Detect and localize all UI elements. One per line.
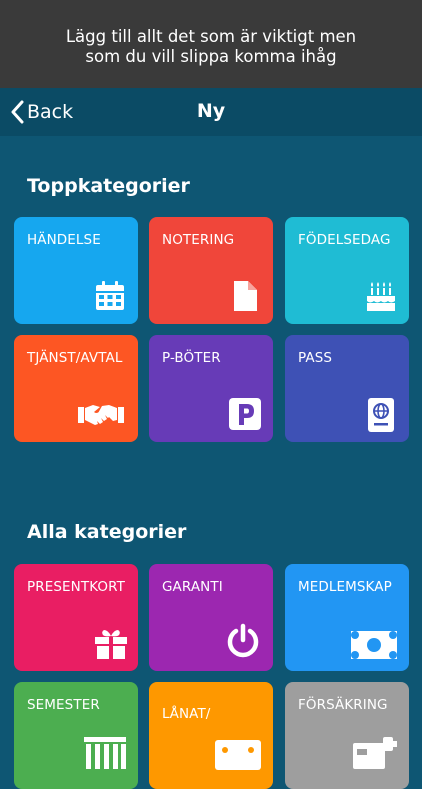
borrowed-icon — [215, 740, 261, 772]
category-tile-pass[interactable]: PASS — [285, 335, 409, 442]
passport-icon — [365, 398, 397, 432]
insurance-icon — [353, 737, 397, 769]
category-tile-presentkort[interactable]: PRESENTKORT — [14, 564, 138, 671]
promo-banner: Lägg till allt det som är viktigt men so… — [0, 0, 422, 88]
category-label: MEDLEMSKAP — [298, 579, 392, 595]
promo-line-2: som du vill slippa komma ihåg — [85, 47, 337, 66]
calendar-icon — [94, 280, 126, 312]
category-label: FÖRSÄKRING — [298, 697, 388, 713]
page-title: Ny — [196, 100, 226, 122]
category-tile-p-boter[interactable]: P-BÖTER — [149, 335, 273, 442]
category-tile-tjanst-avtal[interactable]: TJÄNST/AVTAL — [14, 335, 138, 442]
category-tile-semester[interactable]: SEMESTER — [14, 682, 138, 789]
handshake-icon — [78, 398, 124, 430]
category-label: PRESENTKORT — [27, 579, 125, 595]
category-tile-notering[interactable]: NOTERING — [149, 217, 273, 324]
category-label: HÄNDELSE — [27, 232, 101, 248]
category-label: PASS — [298, 350, 333, 366]
section-title-top: Toppkategorier — [27, 175, 190, 197]
category-label: LÅNAT/ — [162, 706, 211, 722]
document-icon — [229, 280, 261, 312]
category-tile-lanat[interactable]: LÅNAT/ — [149, 682, 273, 789]
money-card-icon — [351, 631, 397, 659]
category-label: GARANTI — [162, 579, 223, 595]
power-icon — [225, 623, 261, 659]
category-tile-garanti[interactable]: GARANTI — [149, 564, 273, 671]
category-label: P-BÖTER — [162, 350, 221, 366]
category-label: NOTERING — [162, 232, 235, 248]
category-tile-medlemskap[interactable]: MEDLEMSKAP — [285, 564, 409, 671]
category-label: TJÄNST/AVTAL — [27, 350, 123, 366]
parking-icon — [229, 398, 261, 430]
category-tile-forsakring[interactable]: FÖRSÄKRING — [285, 682, 409, 789]
category-tile-handelse[interactable]: HÄNDELSE — [14, 217, 138, 324]
promo-line-1: Lägg till allt det som är viktigt men — [65, 27, 357, 46]
birthday-cake-icon — [365, 280, 397, 312]
navigation-bar: Back Ny — [0, 88, 422, 136]
section-title-all: Alla kategorier — [27, 521, 187, 543]
category-label: FÖDELSEDAG — [298, 232, 391, 248]
building-icon — [84, 737, 126, 769]
category-tile-fodelsedag[interactable]: FÖDELSEDAG — [285, 217, 409, 324]
gift-icon — [94, 627, 127, 659]
category-label: SEMESTER — [27, 697, 100, 713]
